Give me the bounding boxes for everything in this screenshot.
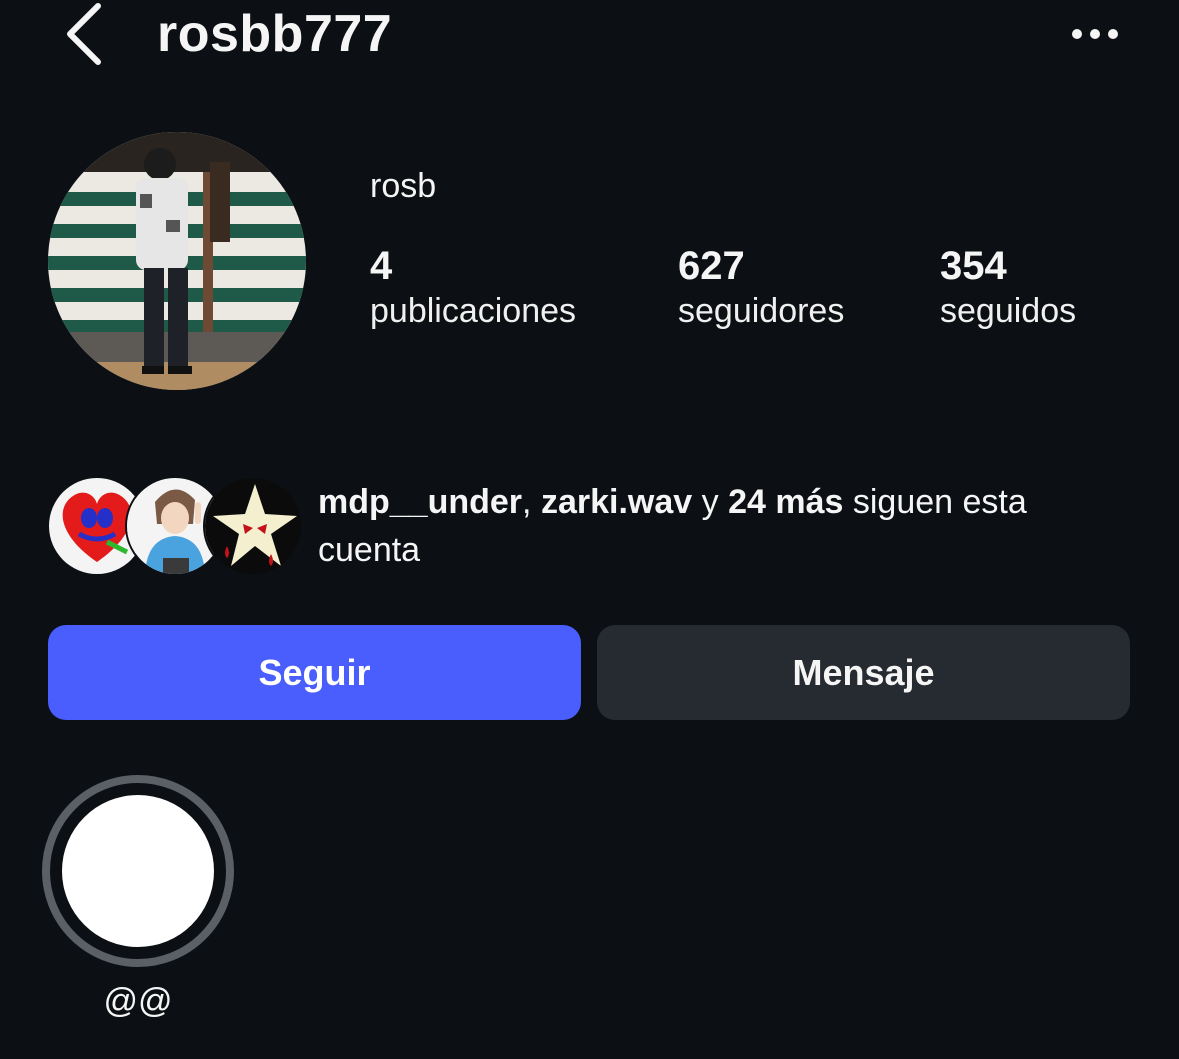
more-options-button[interactable]: [1068, 22, 1122, 46]
mutual-separator: ,: [522, 483, 541, 521]
chevron-left-icon: [67, 3, 101, 65]
highlight-label: @@: [103, 982, 173, 1020]
stat-posts-label: publicaciones: [370, 292, 577, 330]
stat-posts[interactable]: 4 publicaciones: [370, 242, 576, 332]
mutual-avatar: [203, 476, 303, 576]
back-button[interactable]: [60, 2, 110, 66]
mutual-more-count[interactable]: 24 más: [728, 483, 843, 521]
top-bar: rosbb777: [0, 0, 1179, 70]
mutual-followers-avatars[interactable]: [47, 476, 303, 576]
stat-following-label: seguidos: [940, 292, 1077, 330]
mutual-followers-text[interactable]: mdp__under, zarki.wav y 24 más siguen es…: [318, 478, 1128, 574]
follow-button[interactable]: Seguir: [48, 625, 581, 720]
stat-following-count: 354: [940, 244, 1007, 288]
stat-following[interactable]: 354 seguidos: [940, 242, 1076, 332]
stat-followers[interactable]: 627 seguidores: [678, 242, 844, 332]
stat-posts-count: 4: [370, 244, 393, 288]
profile-username: rosbb777: [157, 5, 393, 63]
message-button[interactable]: Mensaje: [597, 625, 1130, 720]
stat-followers-count: 627: [678, 244, 745, 288]
mutual-follower-username[interactable]: mdp__under: [318, 483, 522, 521]
highlight-cover: [62, 795, 214, 947]
profile-display-name: rosb: [370, 167, 437, 205]
mutual-conjunction: y: [692, 483, 729, 521]
story-highlight[interactable]: [42, 775, 234, 967]
more-horizontal-icon: [1072, 29, 1118, 39]
profile-avatar[interactable]: [48, 132, 306, 390]
stat-followers-label: seguidores: [678, 292, 845, 330]
mutual-follower-username[interactable]: zarki.wav: [541, 483, 692, 521]
